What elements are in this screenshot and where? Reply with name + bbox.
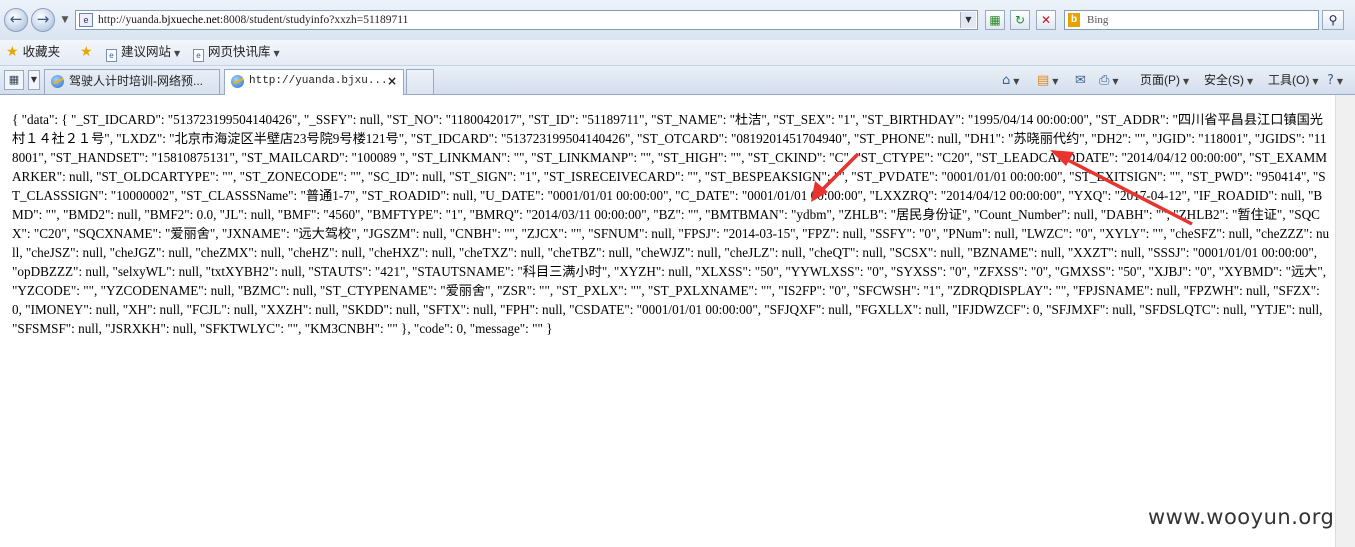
ie-page-icon bbox=[51, 75, 64, 88]
address-bar-row: ← → ▼ e http://yuanda.bjxueche.net:8008/… bbox=[0, 0, 1355, 41]
help-icon: ? bbox=[1327, 73, 1334, 88]
chevron-down-icon: ▼ bbox=[1112, 77, 1119, 86]
safety-menu[interactable]: 安全(S) ▼ bbox=[1204, 71, 1253, 89]
watermark-text: www.wooyun.org bbox=[1148, 505, 1335, 529]
chevron-down-icon: ▼ bbox=[1247, 77, 1254, 86]
address-dropdown-icon[interactable]: ▼ bbox=[960, 12, 976, 28]
mail-icon: ✉ bbox=[1075, 73, 1086, 88]
forward-button[interactable]: → bbox=[31, 8, 55, 32]
tab-studyinfo[interactable]: http://yuanda.bjxu... × bbox=[224, 69, 404, 95]
ie-page-icon bbox=[231, 75, 244, 88]
suggested-sites-link[interactable]: e 建议网站 ▼ bbox=[106, 43, 181, 62]
chevron-down-icon: ▼ bbox=[1052, 77, 1059, 86]
tab-training[interactable]: 驾驶人计时培训-网络预... bbox=[44, 69, 220, 94]
favorites-button[interactable]: ★ 收藏夹 bbox=[6, 43, 60, 61]
web-slice-gallery-link[interactable]: e 网页快讯库 ▼ bbox=[193, 43, 280, 62]
feeds-button[interactable]: ▤ ▼ bbox=[1037, 71, 1058, 89]
tab-bar: ▦ ▼ 驾驶人计时培训-网络预... http://yuanda.bjxu...… bbox=[0, 66, 1355, 95]
back-button[interactable]: ← bbox=[4, 8, 28, 32]
tab-label: 驾驶人计时培训-网络预... bbox=[69, 74, 203, 88]
mail-button[interactable]: ✉ bbox=[1075, 71, 1086, 89]
star-icon: ★ bbox=[6, 44, 19, 60]
chevron-down-icon: ▼ bbox=[1183, 77, 1190, 86]
printer-icon: ⎙ bbox=[1099, 73, 1110, 88]
favorites-bar: ★ 收藏夹 ★ e 建议网站 ▼ e 网页快讯库 ▼ bbox=[0, 40, 1355, 66]
page-menu[interactable]: 页面(P) ▼ bbox=[1140, 71, 1189, 89]
address-text: http://yuanda.bjxueche.net:8008/student/… bbox=[98, 14, 409, 26]
chevron-down-icon: ▼ bbox=[1013, 77, 1020, 86]
chevron-down-icon: ▼ bbox=[174, 49, 181, 58]
add-favorite-button[interactable]: ★ bbox=[80, 43, 97, 61]
page-content: { "data": { "_ST_IDCARD": "5137231995041… bbox=[0, 95, 1335, 547]
home-button[interactable]: ⌂ ▼ bbox=[1002, 71, 1019, 89]
home-icon: ⌂ bbox=[1002, 73, 1011, 88]
bing-icon: b bbox=[1068, 13, 1080, 27]
refresh-button[interactable]: ↻ bbox=[1010, 10, 1030, 30]
json-response-text: { "data": { "_ST_IDCARD": "5137231995041… bbox=[12, 112, 1330, 336]
page-icon: e bbox=[193, 49, 204, 62]
vertical-scrollbar[interactable] bbox=[1335, 95, 1355, 547]
stop-button[interactable]: ✕ bbox=[1036, 10, 1056, 30]
new-tab-button[interactable] bbox=[406, 69, 434, 94]
search-placeholder: Bing bbox=[1087, 14, 1109, 26]
search-input[interactable]: b Bing bbox=[1064, 10, 1319, 30]
safety-menu-label: 安全(S) bbox=[1204, 73, 1244, 87]
history-dropdown-icon[interactable]: ▼ bbox=[60, 14, 70, 26]
favorites-label: 收藏夹 bbox=[22, 45, 61, 59]
chevron-down-icon: ▼ bbox=[273, 49, 280, 58]
tools-menu[interactable]: 工具(O) ▼ bbox=[1268, 71, 1318, 89]
suggested-sites-label: 建议网站 bbox=[121, 45, 172, 59]
search-button[interactable]: ⚲ bbox=[1322, 10, 1344, 30]
tab-list-dropdown-icon[interactable]: ▼ bbox=[28, 70, 40, 90]
tab-label: http://yuanda.bjxu... bbox=[249, 75, 388, 87]
help-button[interactable]: ? ▼ bbox=[1327, 71, 1343, 89]
page-icon: e bbox=[79, 13, 93, 27]
rss-icon: ▤ bbox=[1037, 73, 1050, 88]
print-button[interactable]: ⎙ ▼ bbox=[1099, 71, 1119, 89]
page-icon: e bbox=[106, 49, 117, 62]
chevron-down-icon: ▼ bbox=[1336, 77, 1344, 86]
compatibility-view-button[interactable]: ▦ bbox=[985, 10, 1005, 30]
tools-menu-label: 工具(O) bbox=[1268, 73, 1310, 87]
add-favorite-icon: ★ bbox=[80, 44, 93, 60]
page-menu-label: 页面(P) bbox=[1140, 73, 1180, 87]
address-input[interactable]: e http://yuanda.bjxueche.net:8008/studen… bbox=[75, 10, 978, 30]
web-slice-gallery-label: 网页快讯库 bbox=[208, 45, 271, 59]
chevron-down-icon: ▼ bbox=[1312, 77, 1319, 86]
close-tab-icon[interactable]: × bbox=[387, 70, 397, 92]
quick-tabs-icon[interactable]: ▦ bbox=[4, 70, 24, 90]
